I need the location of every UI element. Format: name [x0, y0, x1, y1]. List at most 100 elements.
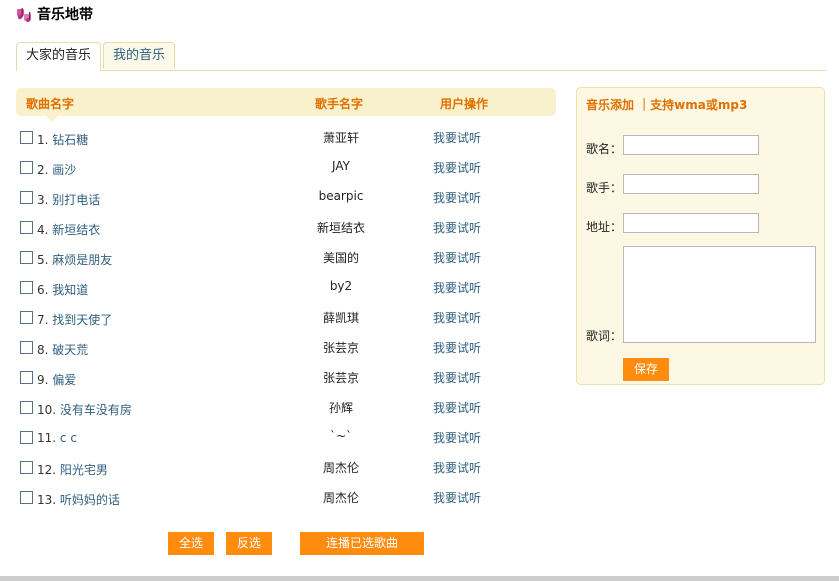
song-number: 4. [37, 223, 49, 237]
song-entry: 8. 破天荒 [37, 341, 88, 358]
song-title-link[interactable]: 别打电话 [52, 193, 100, 207]
song-title-link[interactable]: 钻石糖 [52, 133, 88, 147]
song-row: 2. 画沙 JAY 我要试听 [16, 159, 556, 179]
song-row: 8. 破天荒 张芸京 我要试听 [16, 339, 556, 359]
listen-link[interactable]: 我要试听 [433, 189, 481, 206]
song-title-link[interactable]: c c [60, 431, 77, 445]
singer-name: 新垣结衣 [316, 221, 365, 235]
listen-link[interactable]: 我要试听 [433, 339, 481, 356]
listen-link[interactable]: 我要试听 [433, 399, 481, 416]
url-input[interactable] [623, 213, 759, 233]
song-entry: 13. 听妈妈的话 [37, 491, 120, 508]
song-checkbox[interactable] [20, 131, 33, 144]
song-number: 2. [37, 163, 49, 177]
singer-name: 周杰伦 [322, 491, 359, 505]
song-checkbox[interactable] [20, 341, 33, 354]
song-title-link[interactable]: 听妈妈的话 [60, 493, 120, 507]
header-singer-name: 歌手名字 [315, 97, 364, 111]
song-title-link[interactable]: 阳光宅男 [60, 463, 108, 477]
song-entry: 11. c c [37, 431, 77, 445]
song-number: 11. [37, 431, 57, 445]
song-number: 1. [37, 133, 49, 147]
song-title-link[interactable]: 偏爱 [52, 373, 76, 387]
header-song-name: 歌曲名字 [26, 97, 75, 111]
song-number: 10. [37, 403, 57, 417]
listen-link[interactable]: 我要试听 [433, 249, 481, 266]
listen-link[interactable]: 我要试听 [433, 489, 481, 506]
song-checkbox[interactable] [20, 161, 33, 174]
tab-bar: 大家的音乐 我的音乐 [16, 42, 176, 71]
singer-name: JAY [332, 159, 350, 173]
song-row: 7. 找到天使了 薛凯琪 我要试听 [16, 309, 556, 329]
add-music-panel: 音乐添加 ｜支持wma或mp3 歌名： 歌手： 地址： 歌词： 保存 [576, 87, 825, 385]
song-entry: 4. 新垣结衣 [37, 221, 100, 238]
listen-link[interactable]: 我要试听 [433, 429, 481, 446]
listen-link[interactable]: 我要试听 [433, 159, 481, 176]
song-entry: 9. 偏爱 [37, 371, 76, 388]
listen-link[interactable]: 我要试听 [433, 279, 481, 296]
song-number: 7. [37, 313, 49, 327]
song-checkbox[interactable] [20, 221, 33, 234]
song-row: 10. 没有车没有房 孙辉 我要试听 [16, 399, 556, 419]
tab-everyone-music[interactable]: 大家的音乐 [16, 42, 102, 71]
listen-link[interactable]: 我要试听 [433, 129, 481, 146]
play-selected-button[interactable]: 连播已选歌曲 [300, 532, 424, 555]
song-row: 4. 新垣结衣 新垣结衣 我要试听 [16, 219, 556, 239]
listen-link[interactable]: 我要试听 [433, 459, 481, 476]
song-row: 11. c c `~` 我要试听 [16, 429, 556, 449]
header-user-action: 用户操作 [440, 97, 489, 111]
song-checkbox[interactable] [20, 461, 33, 474]
song-title-link[interactable]: 我知道 [52, 283, 88, 297]
song-entry: 7. 找到天使了 [37, 311, 112, 328]
singer-name: 孙辉 [328, 401, 353, 415]
song-title-link[interactable]: 画沙 [52, 163, 76, 177]
listen-link[interactable]: 我要试听 [433, 309, 481, 326]
song-entry: 1. 钻石糖 [37, 131, 88, 148]
singer-name: 萧亚轩 [322, 131, 359, 145]
song-row: 13. 听妈妈的话 周杰伦 我要试听 [16, 489, 556, 509]
lyrics-textarea[interactable] [623, 246, 816, 343]
song-row: 6. 我知道 by2 我要试听 [16, 279, 556, 299]
bottom-border [0, 576, 839, 581]
song-row: 9. 偏爱 张芸京 我要试听 [16, 369, 556, 389]
song-entry: 3. 别打电话 [37, 191, 100, 208]
tab-divider [16, 70, 826, 71]
song-entry: 6. 我知道 [37, 281, 88, 298]
song-name-input[interactable] [623, 135, 759, 155]
song-number: 6. [37, 283, 49, 297]
song-title-link[interactable]: 新垣结衣 [52, 223, 100, 237]
save-button[interactable]: 保存 [623, 358, 669, 381]
lyrics-label: 歌词： [586, 329, 623, 343]
header-pointer [46, 116, 58, 122]
listen-link[interactable]: 我要试听 [433, 369, 481, 386]
song-name-label: 歌名： [586, 142, 623, 156]
song-title-link[interactable]: 找到天使了 [52, 313, 112, 327]
song-entry: 5. 麻烦是朋友 [37, 251, 112, 268]
singer-name: bearpic [318, 189, 364, 203]
song-title-link[interactable]: 破天荒 [52, 343, 88, 357]
singer-name: 张芸京 [322, 341, 359, 355]
song-checkbox[interactable] [20, 401, 33, 414]
song-title-link[interactable]: 麻烦是朋友 [52, 253, 112, 267]
song-checkbox[interactable] [20, 431, 33, 444]
song-number: 12. [37, 463, 57, 477]
tab-my-music[interactable]: 我的音乐 [103, 42, 176, 69]
music-notes-icon [16, 6, 33, 23]
song-checkbox[interactable] [20, 251, 33, 264]
invert-selection-button[interactable]: 反选 [226, 532, 272, 555]
song-row: 5. 麻烦是朋友 美国的 我要试听 [16, 249, 556, 269]
song-entry: 12. 阳光宅男 [37, 461, 108, 478]
song-number: 5. [37, 253, 49, 267]
song-checkbox[interactable] [20, 191, 33, 204]
song-checkbox[interactable] [20, 281, 33, 294]
listen-link[interactable]: 我要试听 [433, 219, 481, 236]
song-checkbox[interactable] [20, 311, 33, 324]
select-all-button[interactable]: 全选 [168, 532, 214, 555]
song-checkbox[interactable] [20, 371, 33, 384]
singer-name: 周杰伦 [322, 461, 359, 475]
singer-input[interactable] [623, 174, 759, 194]
song-checkbox[interactable] [20, 491, 33, 504]
site-title-text: 音乐地带 [37, 7, 93, 23]
song-number: 13. [37, 493, 57, 507]
song-title-link[interactable]: 没有车没有房 [60, 403, 132, 417]
